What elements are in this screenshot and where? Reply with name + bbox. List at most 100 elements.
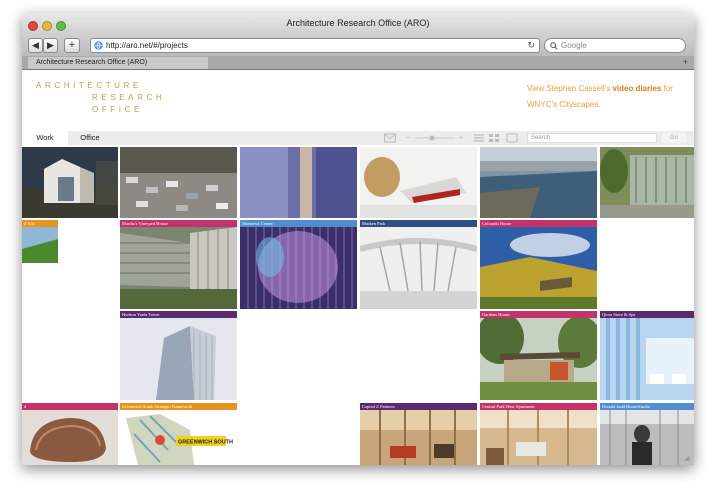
tile-label (120, 147, 237, 154)
tile-label: d Arts (22, 220, 58, 227)
tile-label: Donald Judd Home/Studio (600, 403, 694, 410)
logo-line-2: RESEARCH (92, 93, 166, 102)
project-tile[interactable] (360, 147, 477, 218)
go-button-label: Go (669, 135, 678, 141)
address-bar[interactable]: http://aro.net/#/projects ↻ (90, 38, 540, 53)
tile-label: Marken Park (360, 220, 477, 227)
project-tile[interactable]: Central Park West Apartment (480, 403, 597, 465)
new-tab-icon[interactable]: + (683, 56, 688, 68)
zoom-out-icon[interactable]: − (403, 133, 413, 143)
project-image (480, 227, 597, 309)
project-tile[interactable]: Colorado House (480, 220, 597, 309)
resize-grip-icon[interactable]: ◢ (684, 455, 692, 463)
grid-view-icon[interactable] (489, 133, 499, 143)
site-nav-bar: Work Office − + Search Go (22, 131, 694, 145)
browser-search-field[interactable]: Google (544, 38, 686, 53)
project-tile[interactable] (240, 147, 357, 218)
tab-work-label: Work (36, 133, 54, 142)
project-image (480, 147, 597, 218)
window-title: Architecture Research Office (ARO) (286, 18, 430, 28)
reload-icon[interactable]: ↻ (527, 39, 535, 52)
project-image (120, 227, 237, 309)
project-tile[interactable]: d Arts (22, 220, 58, 263)
tile-label: Hudson Yards Tower (120, 311, 237, 318)
tile-label (480, 147, 597, 154)
browser-window: Architecture Research Office (ARO) ◀ ▶ +… (22, 13, 694, 465)
list-view-icon[interactable] (474, 133, 484, 143)
project-image (600, 410, 694, 465)
project-image: GREENWICH SOUTH (120, 410, 237, 465)
project-image (120, 147, 237, 218)
map-label: GREENWICH SOUTH (178, 440, 233, 446)
project-image (480, 410, 597, 465)
email-icon[interactable] (384, 133, 396, 143)
browser-toolbar: ◀ ▶ + http://aro.net/#/projects ↻ Google (22, 34, 694, 56)
tile-label: Qiora Store & Spa (600, 311, 694, 318)
fullscreen-icon[interactable] (506, 133, 518, 143)
tile-label: Greenwich South Strategic Framework (120, 403, 237, 410)
project-tile[interactable] (22, 147, 118, 218)
go-button[interactable]: Go (662, 133, 686, 143)
tile-label (22, 147, 118, 154)
project-image (360, 147, 477, 218)
zoom-slider[interactable] (415, 133, 455, 143)
tab-title: Architecture Research Office (ARO) (36, 59, 148, 66)
project-image (600, 147, 694, 218)
tile-label (240, 147, 357, 154)
tile-label: Capital Z Partners (360, 403, 477, 410)
add-bookmark-button[interactable]: + (64, 38, 80, 53)
tab-work[interactable]: Work (22, 131, 68, 145)
logo-line-1: ARCHITECTURE (36, 81, 142, 90)
tile-label: Gardens House (480, 311, 597, 318)
browser-search-placeholder: Google (561, 41, 587, 50)
browser-tab[interactable]: Architecture Research Office (ARO) (28, 57, 208, 69)
back-button[interactable]: ◀ (28, 38, 43, 53)
project-tile[interactable]: Greenwich South Strategic Framework GREE… (120, 403, 237, 465)
project-tile[interactable]: Marken Park (360, 220, 477, 309)
promo-text: View Stephen Cassell's video diaries for… (527, 81, 687, 113)
tile-label: Colorado House (480, 220, 597, 227)
tab-office-label: Office (80, 133, 100, 142)
project-tile[interactable] (120, 147, 237, 218)
tile-label: Montreux Center (240, 220, 357, 227)
back-icon: ◀ (32, 40, 39, 50)
project-tile[interactable]: Hudson Yards Tower (120, 311, 237, 400)
project-tile[interactable]: Donald Judd Home/Studio (600, 403, 694, 465)
web-page: ARCHITECTURE RESEARCH OFFICE View Stephe… (22, 70, 694, 465)
project-tile[interactable]: Gardens House (480, 311, 597, 400)
project-tile[interactable]: Martha's Vineyard House (120, 220, 237, 309)
promo-prefix: View Stephen Cassell's (527, 84, 613, 93)
project-tile[interactable]: d (22, 403, 118, 465)
forward-button[interactable]: ▶ (43, 38, 58, 53)
minimize-icon[interactable] (42, 21, 52, 31)
video-diaries-link[interactable]: video diaries (612, 84, 661, 93)
aro-logo[interactable]: ARCHITECTURE RESEARCH OFFICE (36, 80, 165, 116)
project-tile[interactable] (600, 147, 694, 218)
zoom-in-icon[interactable]: + (456, 133, 466, 143)
project-image (360, 410, 477, 465)
tab-office[interactable]: Office (68, 131, 112, 145)
project-image (22, 147, 118, 218)
project-tile[interactable]: Capital Z Partners (360, 403, 477, 465)
magnifier-icon (550, 42, 558, 50)
tile-label: Martha's Vineyard House (120, 220, 237, 227)
project-image (22, 227, 58, 263)
tab-bar: Architecture Research Office (ARO) + (22, 56, 694, 70)
site-search-placeholder: Search (531, 135, 551, 141)
tile-label (600, 147, 694, 154)
project-image (600, 318, 694, 400)
logo-line-3: OFFICE (92, 105, 143, 114)
project-tile[interactable] (480, 147, 597, 218)
project-image (240, 147, 357, 218)
site-search-input[interactable]: Search (527, 133, 657, 143)
close-icon[interactable] (28, 21, 38, 31)
zoom-icon[interactable] (56, 21, 66, 31)
tile-label: d (22, 403, 118, 410)
project-image (120, 318, 237, 400)
globe-icon (94, 41, 103, 50)
project-image (240, 227, 357, 309)
tile-label: Central Park West Apartment (480, 403, 597, 410)
project-tile[interactable]: Qiora Store & Spa (600, 311, 694, 400)
url-text: http://aro.net/#/projects (106, 41, 188, 50)
project-tile[interactable]: Montreux Center (240, 220, 357, 309)
